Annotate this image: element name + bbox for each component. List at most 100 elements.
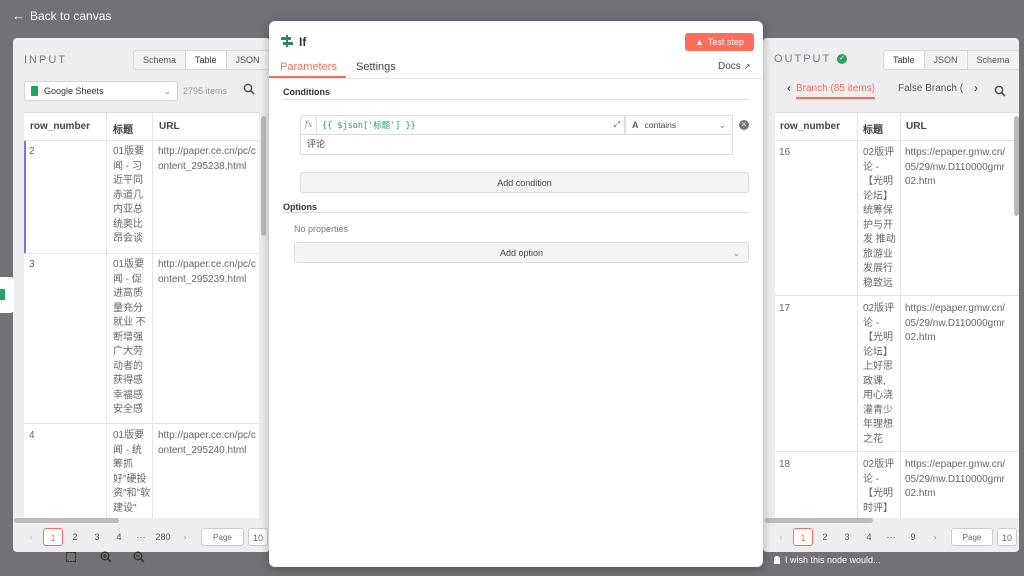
page-ellipsis[interactable]: ···	[881, 528, 901, 546]
table-cell: 01版要 闻 - 促 进高质 量充分 就业 不 断增强 广大劳 动者的 获得感 …	[113, 259, 146, 415]
operator-select[interactable]: A contains ⌄	[625, 115, 733, 135]
tab-parameters[interactable]: Parameters	[280, 61, 337, 73]
external-link-icon: ↗	[743, 62, 751, 71]
column-header[interactable]: row_number	[30, 121, 90, 132]
branch-tab-true[interactable]: Branch (85 items)	[796, 83, 875, 99]
input-tab-json[interactable]: JSON	[227, 51, 269, 69]
prev-page-icon[interactable]: ‹	[771, 528, 791, 546]
input-tab-schema[interactable]: Schema	[134, 51, 187, 69]
horizontal-scrollbar[interactable]	[14, 518, 119, 523]
page-button[interactable]: 9	[903, 528, 923, 546]
output-tab-json[interactable]: JSON	[925, 51, 968, 69]
table-cell: 02版评 论 - 【光明 论坛】 上好思 政课, 用心浇 灌青少 年理想 之花	[863, 303, 895, 445]
source-name: Google Sheets	[44, 86, 104, 96]
branch-tab-false[interactable]: False Branch (	[898, 83, 963, 94]
search-icon[interactable]	[243, 83, 255, 95]
table-cell: 3	[29, 259, 35, 270]
input-view-tabs: Schema Table JSON	[133, 50, 270, 70]
test-step-label: Test step	[707, 37, 744, 47]
table-cell: https://epaper.gmw.cn/ 05/29/nw.D110000g…	[905, 147, 1006, 187]
back-label: Back to canvas	[30, 8, 112, 23]
output-panel: OUTPUT ✓ Table JSON Schema ‹ Branch (85 …	[763, 38, 1019, 552]
search-icon[interactable]	[994, 85, 1006, 97]
chevron-down-icon: ⌄	[732, 248, 740, 258]
table-cell: 01版要 闻 - 习 近平同 赤道几 内亚总 统奥比 昂会谈	[113, 146, 145, 244]
tab-settings[interactable]: Settings	[356, 61, 396, 73]
feedback-label: I wish this node would...	[785, 555, 881, 565]
google-sheets-icon	[0, 289, 5, 300]
add-option-button[interactable]: Add option ⌄	[294, 242, 749, 263]
arrow-left-icon: ←	[12, 8, 25, 23]
next-page-icon[interactable]: ›	[175, 528, 195, 546]
page-button[interactable]: 4	[109, 528, 129, 546]
no-properties-label: No properties	[294, 224, 349, 234]
page-button[interactable]: 2	[65, 528, 85, 546]
flask-icon: ▲	[695, 37, 704, 47]
page-size-select[interactable]: 10	[248, 528, 268, 546]
page-button[interactable]: 1	[43, 528, 63, 546]
page-button[interactable]: 2	[815, 528, 835, 546]
column-header[interactable]: URL	[159, 121, 180, 132]
feedback-link[interactable]: I wish this node would...	[774, 555, 881, 565]
expression-fx-icon: fx	[301, 116, 317, 134]
input-tab-table[interactable]: Table	[186, 51, 227, 69]
output-tab-schema[interactable]: Schema	[968, 51, 1019, 69]
page-button[interactable]: 3	[837, 528, 857, 546]
column-header[interactable]: URL	[906, 121, 927, 132]
selected-row-indicator	[24, 141, 26, 253]
node-name[interactable]: If	[299, 35, 306, 49]
page-button[interactable]: 1	[793, 528, 813, 546]
page-size-label: Page Size	[201, 528, 244, 552]
table-cell: http://paper.ce.cn/pc/c ontent_295238.ht…	[158, 146, 256, 172]
next-page-icon[interactable]: ›	[925, 528, 945, 546]
node-details-modal: If ▲ Test step Parameters Settings Docs …	[269, 21, 763, 567]
table-cell: http://paper.ce.cn/pc/c ontent_295239.ht…	[158, 259, 256, 285]
google-sheets-icon	[31, 86, 38, 96]
output-tab-table[interactable]: Table	[884, 51, 925, 69]
column-header[interactable]: row_number	[780, 121, 840, 132]
page-size-select[interactable]: 10	[997, 528, 1017, 546]
source-node-select[interactable]: Google Sheets ⌄	[24, 81, 178, 101]
table-cell: 01版要 闻 - 统 筹抓 好"硬投 资"和"软 建设"	[113, 430, 151, 514]
docs-link[interactable]: Docs ↗	[718, 61, 751, 72]
check-circle-icon: ✓	[837, 54, 848, 64]
input-panel: INPUT Schema Table JSON Google Sheets ⌄ …	[13, 38, 270, 552]
options-title: Options	[283, 202, 317, 212]
table-cell: 17	[779, 303, 791, 314]
zoom-in-icon[interactable]	[100, 551, 112, 563]
trigger-node-tab[interactable]	[0, 277, 14, 313]
table-cell: 18	[779, 459, 791, 470]
page-button[interactable]: 280	[153, 528, 173, 546]
add-condition-button[interactable]: Add condition	[300, 172, 749, 193]
prev-page-icon[interactable]: ‹	[21, 528, 41, 546]
page-ellipsis[interactable]: ···	[131, 528, 151, 546]
chevron-down-icon: ⌄	[718, 119, 726, 130]
vertical-scrollbar[interactable]	[1014, 116, 1019, 216]
output-view-tabs: Table JSON Schema	[883, 50, 1019, 70]
remove-condition-icon[interactable]: ×	[739, 120, 749, 130]
table-cell: 2	[29, 146, 35, 157]
input-pagination: ‹ 1 2 3 4 ··· 280 › Page Size 10	[21, 528, 270, 552]
branch-prev-icon[interactable]: ‹	[787, 81, 791, 95]
table-cell: https://epaper.gmw.cn/ 05/29/nw.D110000g…	[905, 459, 1006, 499]
column-header[interactable]: 标题	[113, 121, 133, 136]
docs-label: Docs	[718, 61, 741, 72]
vertical-scrollbar[interactable]	[261, 116, 266, 236]
output-title: OUTPUT	[774, 53, 832, 65]
column-header[interactable]: 标题	[863, 121, 883, 136]
text-type-icon: A	[632, 120, 639, 130]
condition-right-input[interactable]: 评论	[300, 135, 733, 155]
conditions-title: Conditions	[283, 87, 330, 97]
back-to-canvas-link[interactable]: ← Back to canvas	[12, 8, 111, 23]
condition-left-input[interactable]: fx {{ $json['标题'] }} ⤢	[300, 115, 625, 135]
horizontal-scrollbar[interactable]	[765, 518, 873, 523]
zoom-out-icon[interactable]	[133, 551, 145, 563]
expand-editor-icon[interactable]: ⤢	[614, 120, 620, 130]
table-cell: 02版评 论 - 【光明 时评】	[863, 459, 895, 514]
branch-next-icon[interactable]: ›	[974, 81, 978, 95]
test-step-button[interactable]: ▲ Test step	[685, 33, 754, 51]
page-button[interactable]: 3	[87, 528, 107, 546]
page-button[interactable]: 4	[859, 528, 879, 546]
page-size-label: Page Size	[951, 528, 993, 552]
fit-view-icon[interactable]	[66, 552, 76, 562]
